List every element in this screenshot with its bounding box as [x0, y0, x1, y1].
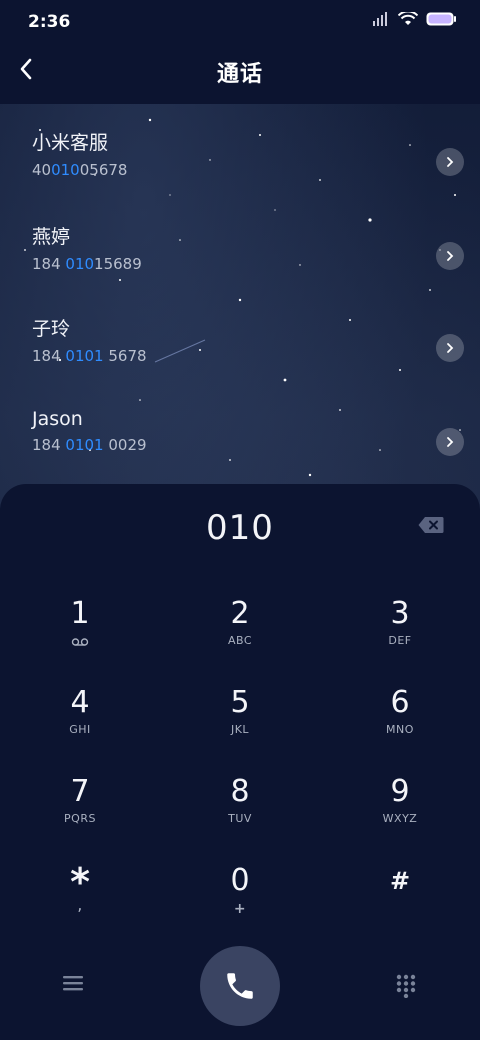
- call-button[interactable]: [200, 946, 280, 1026]
- contact-number: 4001005678: [32, 161, 128, 179]
- backspace-icon[interactable]: [418, 516, 444, 534]
- contact-number: 184 01015689: [32, 255, 142, 273]
- chevron-right-icon[interactable]: [436, 242, 464, 270]
- dialed-number: 010: [206, 508, 274, 548]
- contact-number: 184 0101 5678: [32, 347, 147, 365]
- battery-icon: [426, 12, 456, 26]
- key-star[interactable]: * ,: [20, 863, 140, 943]
- key-2[interactable]: 2 ABC: [180, 596, 300, 676]
- signal-icon: [373, 12, 387, 26]
- keypad-icon[interactable]: [396, 974, 416, 998]
- status-bar: 2:36: [0, 0, 480, 44]
- key-0[interactable]: 0 +: [180, 863, 300, 943]
- bottom-action-bar: [0, 946, 480, 1040]
- key-3[interactable]: 3 DEF: [340, 596, 460, 676]
- page-title: 通话: [216, 62, 263, 87]
- wifi-icon: [398, 12, 418, 25]
- key-hash[interactable]: #: [340, 863, 460, 943]
- voicemail-icon: [71, 638, 89, 646]
- chevron-right-icon[interactable]: [436, 334, 464, 362]
- contact-item[interactable]: 小米客服 4001005678: [32, 128, 464, 198]
- phone-icon: [227, 973, 253, 999]
- status-icons: [372, 12, 456, 26]
- contact-name: 小米客服: [32, 132, 109, 154]
- menu-icon[interactable]: [62, 974, 84, 992]
- contact-name: 子玲: [32, 318, 71, 340]
- status-time: 2:36: [28, 12, 71, 32]
- key-6[interactable]: 6 MNO: [340, 685, 460, 765]
- key-8[interactable]: 8 TUV: [180, 774, 300, 854]
- chevron-right-icon[interactable]: [436, 148, 464, 176]
- contact-item[interactable]: 燕婷 184 01015689: [32, 222, 464, 292]
- chevron-right-icon[interactable]: [436, 428, 464, 456]
- app-header: 通话: [0, 44, 480, 104]
- contact-item[interactable]: 子玲 184 0101 5678: [32, 314, 464, 384]
- contact-name: Jason: [32, 408, 83, 430]
- contact-item[interactable]: Jason 184 0101 0029: [32, 408, 464, 478]
- key-1[interactable]: 1: [20, 596, 140, 676]
- contact-number: 184 0101 0029: [32, 436, 147, 454]
- key-4[interactable]: 4 GHI: [20, 685, 140, 765]
- key-9[interactable]: 9 WXYZ: [340, 774, 460, 854]
- key-5[interactable]: 5 JKL: [180, 685, 300, 765]
- key-7[interactable]: 7 PQRS: [20, 774, 140, 854]
- contact-name: 燕婷: [32, 226, 71, 248]
